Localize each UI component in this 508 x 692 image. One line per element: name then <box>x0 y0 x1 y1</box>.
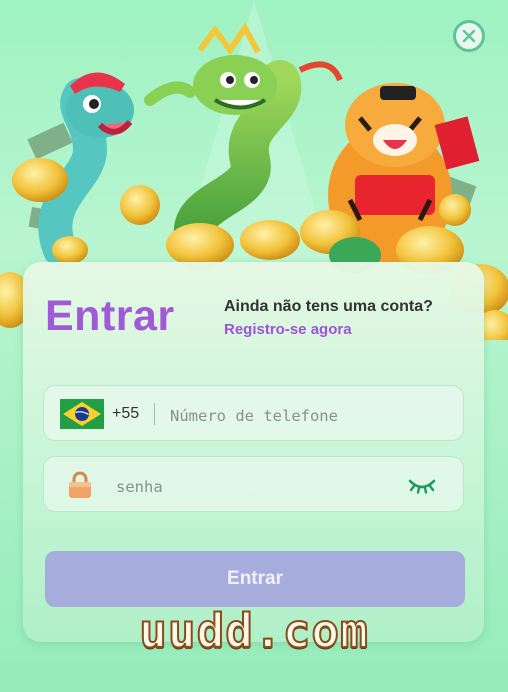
page-title: Entrar <box>45 292 175 340</box>
lock-icon <box>69 471 91 498</box>
close-icon <box>462 29 476 43</box>
watermark-text: uudd.com <box>138 603 369 659</box>
login-submit-button[interactable]: Entrar <box>45 551 465 607</box>
password-input[interactable] <box>114 474 368 500</box>
phone-field[interactable]: +55 <box>43 385 464 441</box>
phone-input[interactable] <box>168 403 452 429</box>
field-divider <box>154 403 155 425</box>
eye-closed-icon[interactable] <box>407 475 437 495</box>
register-link[interactable]: Registro-se agora <box>224 321 352 338</box>
no-account-text: Ainda não tens uma conta? <box>224 298 433 315</box>
close-button[interactable] <box>453 20 485 52</box>
country-code: +55 <box>112 405 140 422</box>
password-field[interactable] <box>43 456 464 512</box>
brazil-flag-icon <box>60 399 104 429</box>
login-card: Entrar Ainda não tens uma conta? Registr… <box>23 262 484 642</box>
